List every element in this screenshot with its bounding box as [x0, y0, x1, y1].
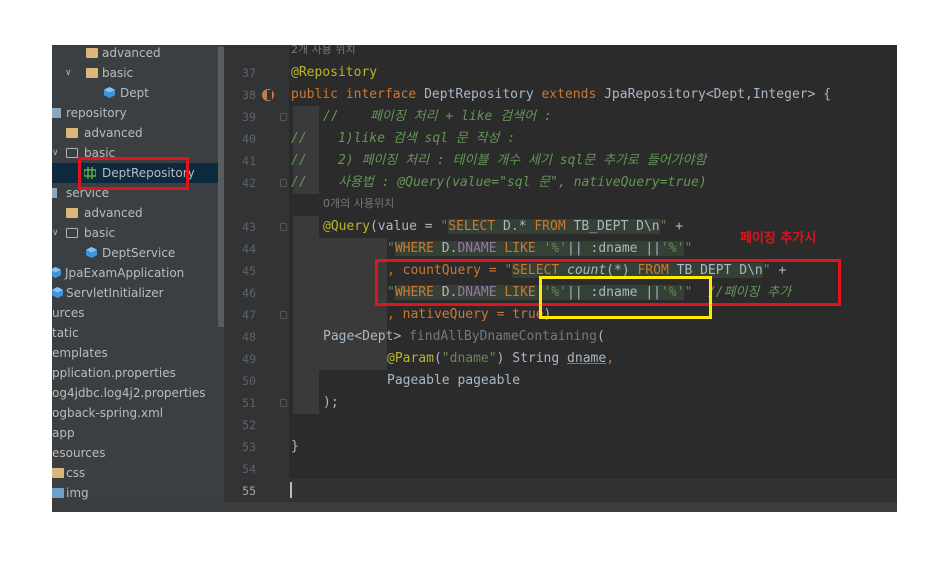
- highlight-box-deptrepository: [78, 157, 189, 190]
- chevron-down-icon[interactable]: ∨: [65, 63, 72, 83]
- line-number: 47: [242, 308, 256, 322]
- usage-hint[interactable]: 2개 사용 위치: [291, 45, 356, 58]
- package-outline-icon: [66, 148, 78, 158]
- tree-item[interactable]: ServletInitializer: [52, 283, 218, 303]
- query-block-bg: [293, 216, 319, 414]
- line-number: 40: [242, 132, 256, 146]
- line-number: 46: [242, 286, 256, 300]
- code-line[interactable]: // 사용법 : @Query(value="sql 문", nativeQue…: [291, 172, 707, 194]
- code-line[interactable]: Pageable pageable: [387, 370, 520, 392]
- line-number: 49: [242, 352, 256, 366]
- code-line[interactable]: // 1)like 검색 sql 문 작성 :: [291, 128, 515, 150]
- line-number: 50: [242, 374, 256, 388]
- tree-item[interactable]: ∨ basic: [52, 63, 218, 83]
- tree-item[interactable]: DeptService: [52, 243, 218, 263]
- class-icon: [52, 287, 63, 298]
- annotation-label: 페이징 추가시: [740, 231, 817, 246]
- package-outline-icon: [66, 228, 78, 238]
- fold-marker-icon[interactable]: [280, 311, 287, 319]
- tree-item[interactable]: tatic: [52, 323, 218, 343]
- code-line[interactable]: , nativeQuery = true): [387, 304, 551, 326]
- package-icon: [52, 188, 57, 198]
- line-number: 44: [242, 242, 256, 256]
- line-number: 52: [242, 418, 256, 432]
- line-number: 45: [242, 264, 256, 278]
- package-icon: [52, 108, 61, 118]
- tree-item[interactable]: emplates: [52, 343, 218, 363]
- tree-item[interactable]: ogback-spring.xml: [52, 403, 218, 423]
- highlight-box-dname: [539, 276, 712, 319]
- tree-item[interactable]: og4jdbc.log4j2.properties: [52, 383, 218, 403]
- folder-icon: [52, 468, 64, 478]
- line-number: 53: [242, 440, 256, 454]
- folder-icon: [86, 48, 98, 58]
- tree-item[interactable]: img: [52, 483, 218, 503]
- line-number: 38: [242, 88, 256, 102]
- text-caret: [290, 482, 292, 498]
- line-number: 54: [242, 462, 256, 476]
- fold-marker-icon[interactable]: [280, 399, 287, 407]
- code-line[interactable]: // 2) 페이징 처리 : 테이블 개수 세기 sql문 추가로 들어가야함: [291, 150, 707, 172]
- tree-item[interactable]: urces: [52, 303, 218, 323]
- tree-item[interactable]: Dept: [52, 83, 218, 103]
- line-number: 41: [242, 154, 256, 168]
- code-line[interactable]: );: [323, 392, 339, 414]
- tree-item[interactable]: advanced: [52, 45, 218, 63]
- code-line[interactable]: public interface DeptRepository extends …: [291, 84, 831, 106]
- current-line-highlight: [289, 479, 897, 501]
- fold-marker-icon[interactable]: [280, 179, 287, 187]
- folder-icon: [66, 128, 78, 138]
- code-line[interactable]: // 페이징 처리 + like 검색어 :: [323, 106, 552, 128]
- class-icon: [52, 267, 61, 278]
- horizontal-scrollbar[interactable]: [52, 502, 897, 512]
- line-number: 51: [242, 396, 256, 410]
- line-number: 42: [242, 176, 256, 190]
- code-line[interactable]: Page<Dept> findAllByDnameContaining(: [323, 326, 605, 348]
- code-line[interactable]: @Param("dname") String dname,: [387, 348, 614, 370]
- class-icon: [86, 247, 97, 258]
- tree-item[interactable]: ∨ basic: [52, 223, 218, 243]
- tree-item[interactable]: css: [52, 463, 218, 483]
- code-line[interactable]: @Repository: [291, 62, 377, 84]
- line-number: 39: [242, 110, 256, 124]
- fold-marker-icon[interactable]: [280, 223, 287, 231]
- implementation-marker-icon[interactable]: [261, 88, 275, 102]
- project-tree[interactable]: advanced ∨ basic Dept repository advance…: [52, 45, 218, 512]
- line-number: 48: [242, 330, 256, 344]
- tree-item[interactable]: advanced: [52, 123, 218, 143]
- tree-item[interactable]: JpaExamApplication: [52, 263, 218, 283]
- code-line[interactable]: }: [291, 436, 299, 458]
- tree-item[interactable]: esources: [52, 443, 218, 463]
- usage-hint[interactable]: 0개의 사용위치: [323, 196, 394, 212]
- chevron-down-icon[interactable]: ∨: [52, 223, 59, 243]
- line-number-current: 55: [242, 484, 256, 498]
- tree-item[interactable]: app: [52, 423, 218, 443]
- class-icon: [104, 87, 115, 98]
- tree-item[interactable]: pplication.properties: [52, 363, 218, 383]
- fold-marker-icon[interactable]: [280, 113, 287, 121]
- code-line[interactable]: "WHERE D.DNAME LIKE '%'|| :dname ||'%'": [387, 238, 692, 260]
- tree-item[interactable]: advanced: [52, 203, 218, 223]
- folder-icon: [66, 208, 78, 218]
- line-number: 43: [242, 220, 256, 234]
- tree-item[interactable]: repository: [52, 103, 218, 123]
- code-line[interactable]: @Query(value = "SELECT D.* FROM TB_DEPT …: [323, 216, 683, 238]
- folder-icon: [52, 488, 64, 498]
- editor-gutter[interactable]: 37 38 39 40 41 42 43 44 45 46 47 48 49 5…: [228, 45, 289, 512]
- line-number: 37: [242, 66, 256, 80]
- chevron-down-icon[interactable]: ∨: [52, 143, 59, 163]
- folder-icon: [86, 68, 98, 78]
